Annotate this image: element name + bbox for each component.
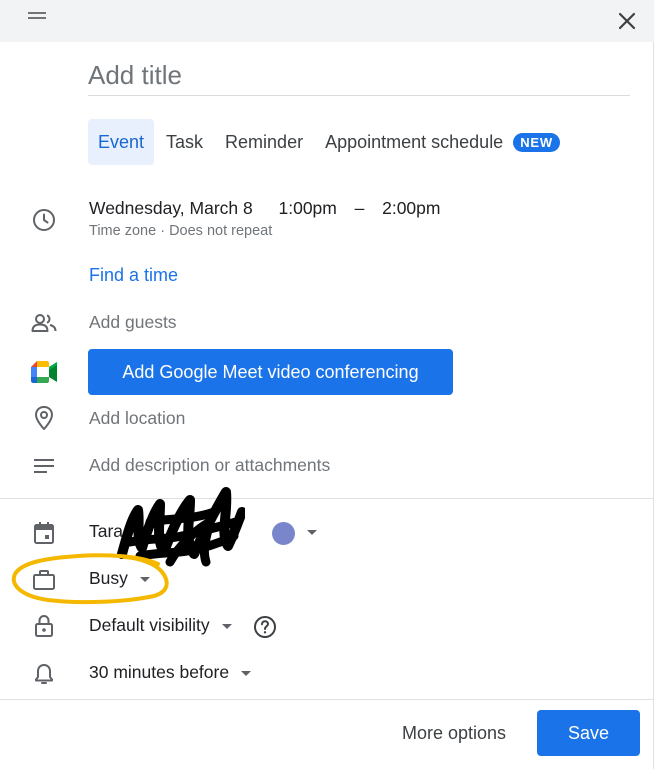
tab-appointment-schedule[interactable]: Appointment schedule NEW <box>315 119 570 165</box>
bell-icon <box>31 661 57 687</box>
redaction-scribble <box>117 487 245 567</box>
add-guests-field[interactable]: Add guests <box>89 312 177 333</box>
tab-reminder-label: Reminder <box>225 131 304 152</box>
close-button[interactable] <box>612 6 642 36</box>
tab-appointment-schedule-label: Appointment schedule <box>325 131 504 152</box>
date-value[interactable]: Wednesday, March 8 <box>89 198 253 218</box>
tab-reminder[interactable]: Reminder <box>215 119 313 165</box>
location-pin-icon <box>31 405 57 431</box>
visibility-dropdown[interactable]: Default visibility <box>89 615 232 636</box>
find-a-time-link[interactable]: Find a time <box>89 265 178 286</box>
timezone-link[interactable]: Time zone <box>89 223 156 239</box>
tab-event-label: Event <box>98 131 145 152</box>
more-options-button[interactable]: More options <box>388 710 520 756</box>
save-button[interactable]: Save <box>537 710 640 756</box>
start-time-value[interactable]: 1:00pm <box>279 198 337 218</box>
visibility-value: Default visibility <box>89 615 210 635</box>
tab-task-label: Task <box>166 131 204 152</box>
notification-value: 30 minutes before <box>89 662 230 682</box>
footer-divider <box>0 699 654 700</box>
add-location-field[interactable]: Add location <box>89 408 185 429</box>
section-divider <box>0 498 654 499</box>
chevron-down-icon <box>139 576 150 582</box>
new-badge: NEW <box>513 132 560 152</box>
availability-dropdown[interactable]: Busy <box>89 568 150 589</box>
lock-icon <box>31 613 57 639</box>
notes-icon <box>31 453 57 479</box>
google-meet-icon <box>31 359 57 385</box>
briefcase-icon <box>31 567 57 593</box>
end-time-value[interactable]: 2:00pm <box>382 198 440 218</box>
chevron-down-icon <box>241 670 252 676</box>
calendar-icon <box>31 520 57 546</box>
close-icon <box>618 12 636 30</box>
title-input[interactable] <box>88 55 630 96</box>
add-google-meet-button[interactable]: Add Google Meet video conferencing <box>88 349 453 395</box>
calendar-selector[interactable]: Tara <box>89 521 123 542</box>
color-dropdown-caret-icon[interactable] <box>307 530 317 535</box>
drag-handle-icon[interactable] <box>28 10 46 22</box>
repeat-link[interactable]: Does not repeat <box>169 223 272 239</box>
people-icon <box>31 310 57 336</box>
clock-icon <box>31 207 57 233</box>
notification-dropdown[interactable]: 30 minutes before <box>89 662 252 683</box>
dialog-topbar[interactable] <box>0 0 654 42</box>
calendar-color-swatch[interactable] <box>272 522 295 545</box>
calendar-owner-name: Tara <box>89 521 124 541</box>
tab-task[interactable]: Task <box>156 119 213 165</box>
tab-event[interactable]: Event <box>88 119 155 165</box>
datetime-subline: Time zone · Does not repeat <box>89 223 272 239</box>
datetime-line: Wednesday, March 8 1:00pm – 2:00pm <box>89 198 440 219</box>
availability-value: Busy <box>89 568 128 588</box>
event-type-tabs: Event Task Reminder Appointment schedule… <box>88 119 572 165</box>
subline-dot: · <box>160 223 166 239</box>
help-icon[interactable] <box>253 615 277 639</box>
chevron-down-icon <box>221 623 232 629</box>
event-dialog: Event Task Reminder Appointment schedule… <box>0 0 654 769</box>
time-separator: – <box>354 198 365 218</box>
add-description-field[interactable]: Add description or attachments <box>89 455 330 476</box>
